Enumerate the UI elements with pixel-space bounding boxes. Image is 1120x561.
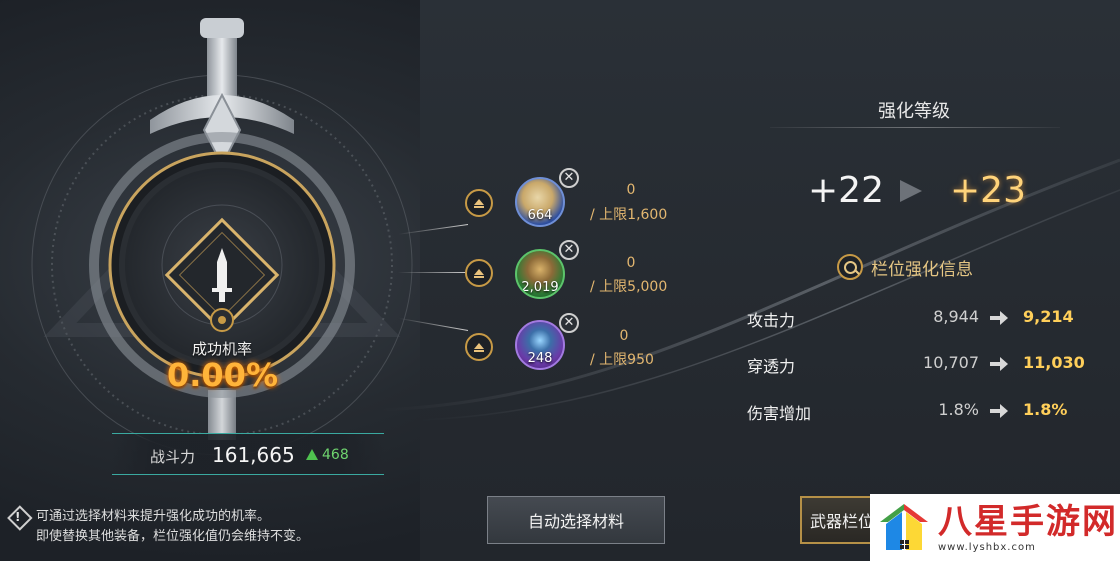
auto-select-materials-button[interactable]: 自动选择材料 [487,496,665,544]
watermark-logo: 八星手游网 www.lyshbx.com [870,494,1120,561]
double-chevron-up-icon [474,268,484,278]
up-arrow-icon [306,449,318,460]
material-count: 664 [527,208,553,223]
notice-line-2: 即使替换其他装备，栏位强化值仍会维持不变。 [36,529,310,544]
material-2-limit: / 上限5,000 [590,279,668,295]
notice-line-1: 可通过选择材料来提升强化成功的机率。 [36,509,271,524]
material-3-max-button[interactable] [465,333,493,361]
stat-current: 1.8% [938,400,979,419]
material-count: 2,019 [521,280,559,295]
stat-next: 1.8% [1023,400,1068,419]
material-2-owned: 0 [626,255,636,271]
success-rate-value: 0.00% [166,356,278,394]
double-chevron-up-icon [474,342,484,352]
house-logo-icon [880,503,928,550]
double-chevron-up-icon [474,198,484,208]
material-connector-line [398,272,468,273]
stat-name: 穿透力 [747,357,796,376]
stat-row-damage-increase: 伤害增加 1.8% 1.8% [747,400,1077,424]
stat-next: 11,030 [1023,353,1085,372]
combat-power-value: 161,665 [212,443,295,467]
stat-row-attack: 攻击力 8,944 9,214 [747,307,1077,331]
material-3-remove-icon[interactable]: ✕ [559,313,579,333]
material-2-max-button[interactable] [465,259,493,287]
current-level: +22 [808,170,884,211]
next-level: +23 [950,170,1026,211]
stat-name: 伤害增加 [747,404,812,423]
combat-power-increase: 468 [306,447,349,463]
combat-power-increase-value: 468 [322,447,349,463]
material-3-owned: 0 [619,328,629,344]
slot-enhance-info-label: 栏位强化信息 [871,259,973,280]
right-arrow-icon [990,357,1008,371]
watermark-title: 八星手游网 [938,502,1118,542]
watermark-url: www.lyshbx.com [938,542,1036,553]
material-1-max-button[interactable] [465,189,493,217]
enhance-emblem [31,18,413,456]
pyramid-icon[interactable]: 2,019 [515,249,565,299]
stat-next: 9,214 [1023,307,1074,326]
scroll-icon[interactable]: 664 [515,177,565,227]
warning-icon: ! [8,509,28,529]
slot-enhance-info-link[interactable]: 栏位强化信息 [837,254,973,280]
material-1-remove-icon[interactable]: ✕ [559,168,579,188]
crystal-icon[interactable]: 248 [515,320,565,370]
material-1-owned: 0 [626,182,636,198]
level-arrow-icon [900,180,922,202]
stat-row-penetration: 穿透力 10,707 11,030 [747,353,1085,377]
right-arrow-icon [990,404,1008,418]
enhance-notice: ! 可通过选择材料来提升强化成功的机率。 即使替换其他装备，栏位强化值仍会维持不… [8,507,309,547]
material-1-limit: / 上限1,600 [590,207,668,223]
combat-power-label: 战斗力 [150,448,196,466]
material-3-limit: / 上限950 [590,352,654,368]
stat-current: 8,944 [933,307,979,326]
magnifier-icon [837,254,863,280]
material-2-remove-icon[interactable]: ✕ [559,240,579,260]
right-arrow-icon [990,311,1008,325]
enhance-level-title: 强化等级 [878,101,950,122]
material-count: 248 [527,351,553,366]
stat-current: 10,707 [923,353,979,372]
stat-name: 攻击力 [747,311,796,330]
title-divider [770,127,1060,128]
